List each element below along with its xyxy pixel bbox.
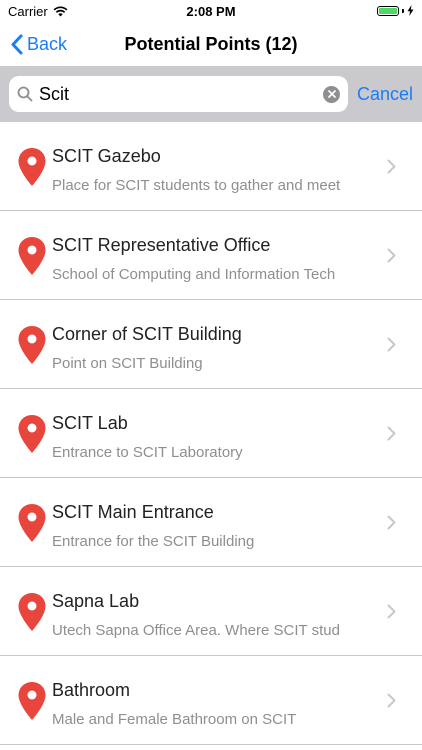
map-pin-icon <box>18 682 46 720</box>
search-field[interactable] <box>9 76 348 112</box>
clear-search-icon[interactable] <box>323 85 340 103</box>
item-title: Corner of SCIT Building <box>52 324 242 344</box>
list-item[interactable]: SCIT Representative Office School of Com… <box>0 211 422 300</box>
chevron-right-icon <box>387 337 396 352</box>
item-subtitle: Utech Sapna Office Area. Where SCIT stud <box>52 622 340 639</box>
page-title: Potential Points (12) <box>124 34 298 54</box>
map-pin-icon <box>18 148 46 186</box>
chevron-right-icon <box>387 604 396 619</box>
map-pin-icon <box>18 415 46 453</box>
cancel-button[interactable]: Cancel <box>357 76 413 112</box>
battery-fill <box>379 7 397 14</box>
chevron-right-icon <box>387 426 396 441</box>
status-bar: Carrier 2:08 PM <box>0 0 422 22</box>
status-right <box>377 5 414 16</box>
map-pin-icon <box>18 237 46 275</box>
list-item[interactable]: SCIT Lab Entrance to SCIT Laboratory <box>0 389 422 478</box>
battery-cap <box>402 8 404 13</box>
list-item[interactable]: Corner of SCIT Building Point on SCIT Bu… <box>0 300 422 389</box>
chevron-right-icon <box>387 248 396 263</box>
chevron-right-icon <box>387 159 396 174</box>
item-title: SCIT Representative Office <box>52 235 271 255</box>
list-item[interactable]: SCIT Main Entrance Entrance for the SCIT… <box>0 478 422 567</box>
charging-bolt-icon <box>407 5 414 16</box>
search-bar: Cancel <box>0 66 422 122</box>
search-icon <box>17 86 33 102</box>
item-title: SCIT Gazebo <box>52 146 161 166</box>
chevron-right-icon <box>387 693 396 708</box>
item-subtitle: Entrance for the SCIT Building <box>52 533 255 550</box>
item-subtitle: Entrance to SCIT Laboratory <box>52 444 243 461</box>
item-title: SCIT Lab <box>52 413 128 433</box>
item-subtitle: Male and Female Bathroom on SCIT <box>52 711 297 728</box>
map-pin-icon <box>18 593 46 631</box>
item-title: Sapna Lab <box>52 591 140 611</box>
search-input[interactable] <box>39 83 323 105</box>
item-subtitle: Place for SCIT students to gather and me… <box>52 177 341 194</box>
battery-icon <box>377 5 399 16</box>
item-subtitle: School of Computing and Information Tech <box>52 266 336 283</box>
item-subtitle: Point on SCIT Building <box>52 355 203 372</box>
points-list: SCIT Gazebo Place for SCIT students to g… <box>0 122 422 745</box>
list-item[interactable]: SCIT Gazebo Place for SCIT students to g… <box>0 122 422 211</box>
status-time: 2:08 PM <box>186 4 236 19</box>
chevron-right-icon <box>387 515 396 530</box>
list-item[interactable]: Sapna Lab Utech Sapna Office Area. Where… <box>0 567 422 656</box>
map-pin-icon <box>18 504 46 542</box>
item-title: SCIT Main Entrance <box>52 502 214 522</box>
map-pin-icon <box>18 326 46 364</box>
close-icon <box>327 90 336 98</box>
list-item[interactable]: Bathroom Male and Female Bathroom on SCI… <box>0 656 422 745</box>
navigation-bar: Back Potential Points (12) <box>0 22 422 66</box>
item-title: Bathroom <box>52 680 131 700</box>
